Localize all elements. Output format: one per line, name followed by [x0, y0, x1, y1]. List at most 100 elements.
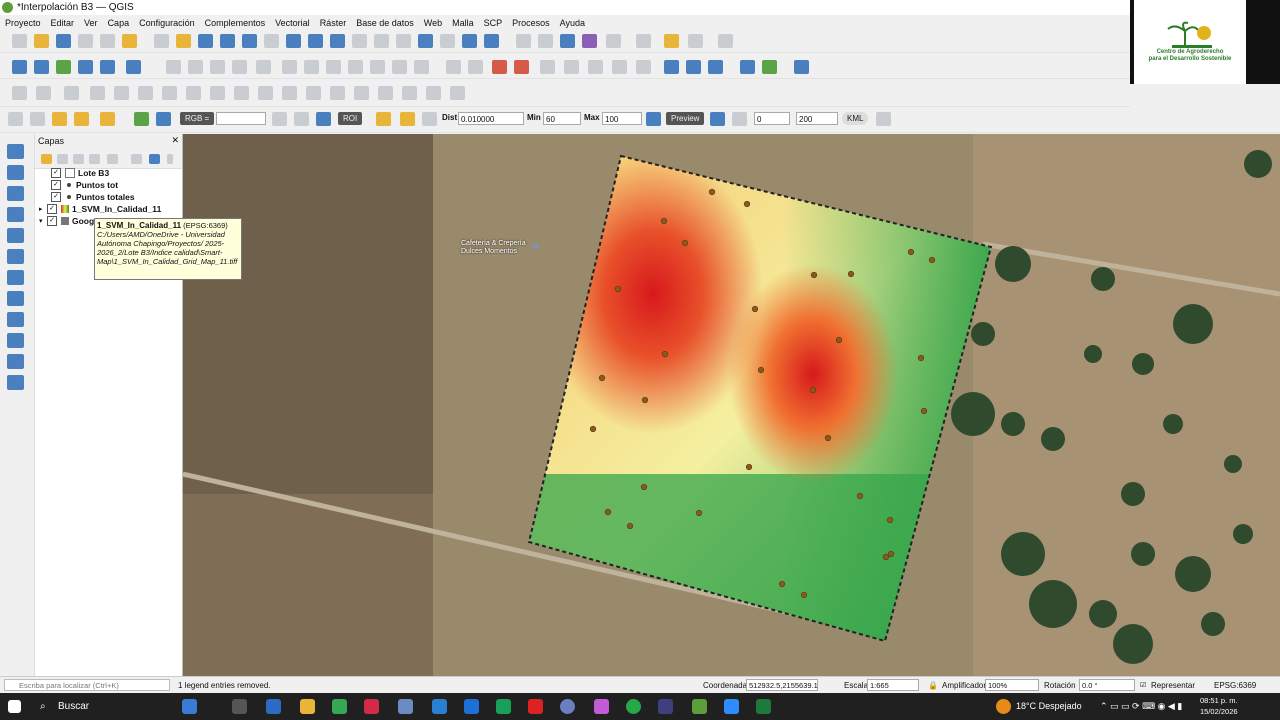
windows-start-icon[interactable]: [8, 700, 21, 713]
menu-malla[interactable]: Malla: [447, 18, 479, 28]
show-hide-input-icon[interactable]: [272, 112, 287, 126]
new-3d-view-icon[interactable]: [396, 34, 411, 48]
reverse-line-icon[interactable]: [426, 86, 441, 100]
add-feature-icon[interactable]: [232, 60, 247, 74]
label-pin-icon[interactable]: [468, 60, 483, 74]
manage-visibility-icon[interactable]: [73, 154, 84, 164]
help-icon[interactable]: [794, 60, 809, 74]
search-icon[interactable]: ⌕: [40, 701, 46, 712]
zoom-full-icon[interactable]: [242, 34, 257, 48]
locator-search-input[interactable]: Escriba para localizar (Ctrl+K): [4, 679, 170, 691]
max-spinbox[interactable]: 100: [602, 112, 642, 125]
new-map-view-icon[interactable]: [374, 34, 389, 48]
mendeley-icon[interactable]: [364, 699, 379, 714]
layer-checkbox[interactable]: ✓: [51, 180, 61, 190]
layer-item-puntos-tot[interactable]: ✓ Puntos tot: [51, 179, 118, 191]
zoom-last-icon[interactable]: [330, 34, 345, 48]
menu-complementos[interactable]: Complementos: [200, 18, 271, 28]
outlook-icon[interactable]: [432, 699, 447, 714]
open-table-icon[interactable]: [8, 112, 23, 126]
add-postgis-icon[interactable]: [7, 270, 24, 285]
layer-item-svm-raster[interactable]: ▸ ✓ 1_SVM_In_Calidad_11: [39, 203, 161, 215]
split-parts-icon[interactable]: [306, 86, 321, 100]
s-spinbox[interactable]: 200: [796, 112, 838, 125]
zoom-in-icon[interactable]: [198, 34, 213, 48]
menu-ayuda[interactable]: Ayuda: [555, 18, 590, 28]
roi-settings-icon[interactable]: [422, 112, 437, 126]
simplify-feature-icon[interactable]: [90, 86, 105, 100]
zoom-selection-icon[interactable]: [264, 34, 279, 48]
field-calculator-icon[interactable]: [606, 34, 621, 48]
weather-icon[interactable]: [996, 699, 1011, 714]
magnifier-spinbox[interactable]: 100%: [985, 679, 1039, 691]
web-tools-icon[interactable]: [708, 60, 723, 74]
reshape-features-icon[interactable]: [234, 86, 249, 100]
rotate-point-icon[interactable]: [378, 86, 393, 100]
dist-spinbox[interactable]: 0.010000: [458, 112, 524, 125]
select-polygon-icon[interactable]: [74, 112, 89, 126]
qgis-app-icon[interactable]: [496, 699, 511, 714]
menu-proyecto[interactable]: Proyecto: [0, 18, 46, 28]
rotate-feature-icon[interactable]: [64, 86, 79, 100]
vertex-tool-icon[interactable]: [256, 60, 271, 74]
data-source-manager-icon[interactable]: [12, 60, 27, 74]
filter-legend-icon[interactable]: [89, 154, 100, 164]
select-features-icon[interactable]: [30, 112, 45, 126]
redo-icon[interactable]: [392, 60, 407, 74]
snapping-icon[interactable]: [36, 86, 51, 100]
scp-zoom-icon[interactable]: [156, 112, 171, 126]
zoom-native-icon[interactable]: [308, 34, 323, 48]
menu-base-de-datos[interactable]: Base de datos: [351, 18, 419, 28]
r-icon[interactable]: [560, 699, 575, 714]
label-change-icon[interactable]: [588, 60, 603, 74]
new-geopackage-layer-icon[interactable]: [34, 60, 49, 74]
new-shapefile-layer-icon[interactable]: [56, 60, 71, 74]
add-vector-tile-icon[interactable]: [7, 354, 24, 369]
select-zoom-icon[interactable]: [688, 34, 703, 48]
menu-procesos[interactable]: Procesos: [507, 18, 555, 28]
rotation-spinbox[interactable]: 0.0 °: [1079, 679, 1135, 691]
add-wfs-icon[interactable]: [7, 312, 24, 327]
measure-line-icon[interactable]: [636, 34, 651, 48]
deselect-all-icon[interactable]: [100, 112, 115, 126]
copilot-icon[interactable]: [182, 699, 197, 714]
layer-checkbox[interactable]: ✓: [47, 216, 57, 226]
expand-arrow-icon[interactable]: ▸: [39, 205, 47, 213]
t-spinbox[interactable]: 0: [754, 112, 790, 125]
menu-editar[interactable]: Editar: [46, 18, 80, 28]
layer-item-lote-b3[interactable]: ✓ Lote B3: [51, 167, 109, 179]
python-console-icon[interactable]: [740, 60, 755, 74]
text-annotation-icon[interactable]: [718, 34, 733, 48]
shape-digitize-icon[interactable]: [450, 86, 465, 100]
settings-gear-icon[interactable]: [560, 34, 575, 48]
open-project-icon[interactable]: [34, 34, 49, 48]
clock-date[interactable]: 15/02/2026: [1200, 707, 1238, 716]
app-icon[interactable]: [398, 699, 413, 714]
more-options-icon[interactable]: [167, 154, 173, 164]
edge-icon[interactable]: [266, 699, 281, 714]
menu-vectorial[interactable]: Vectorial: [270, 18, 315, 28]
select-by-value-icon[interactable]: [52, 112, 67, 126]
delete-ring-icon[interactable]: [186, 86, 201, 100]
expand-all-icon[interactable]: [131, 154, 142, 164]
render-checkbox[interactable]: ☑: [1140, 681, 1146, 689]
refresh-icon[interactable]: [484, 34, 499, 48]
clock-time[interactable]: 08:51 p. m.: [1200, 696, 1238, 705]
add-vector-layer-icon[interactable]: [126, 60, 141, 74]
web-query-icon[interactable]: [664, 60, 679, 74]
layer-item-google[interactable]: ▾ ✓ Google: [39, 215, 101, 227]
add-wms-icon[interactable]: [7, 291, 24, 306]
temporal-controller-icon[interactable]: [462, 34, 477, 48]
zoom-roi-icon[interactable]: [316, 112, 331, 126]
crs-button[interactable]: EPSG:6369: [1214, 681, 1256, 690]
acrobat-icon[interactable]: [528, 699, 543, 714]
offset-curve-icon[interactable]: [258, 86, 273, 100]
undo-icon[interactable]: [370, 60, 385, 74]
menu-configuracion[interactable]: Configuración: [134, 18, 200, 28]
menu-ver[interactable]: Ver: [79, 18, 103, 28]
roi-pointer-icon[interactable]: [376, 112, 391, 126]
system-tray-icons[interactable]: ⌃ ▭ ▭ ⟳ ⌨ ◉ ◀ ▮: [1100, 701, 1182, 712]
lock-icon[interactable]: 🔒: [928, 681, 938, 690]
layer-item-puntos-totales[interactable]: ✓ Puntos totales: [51, 191, 135, 203]
add-delimited-text-icon[interactable]: [7, 207, 24, 222]
